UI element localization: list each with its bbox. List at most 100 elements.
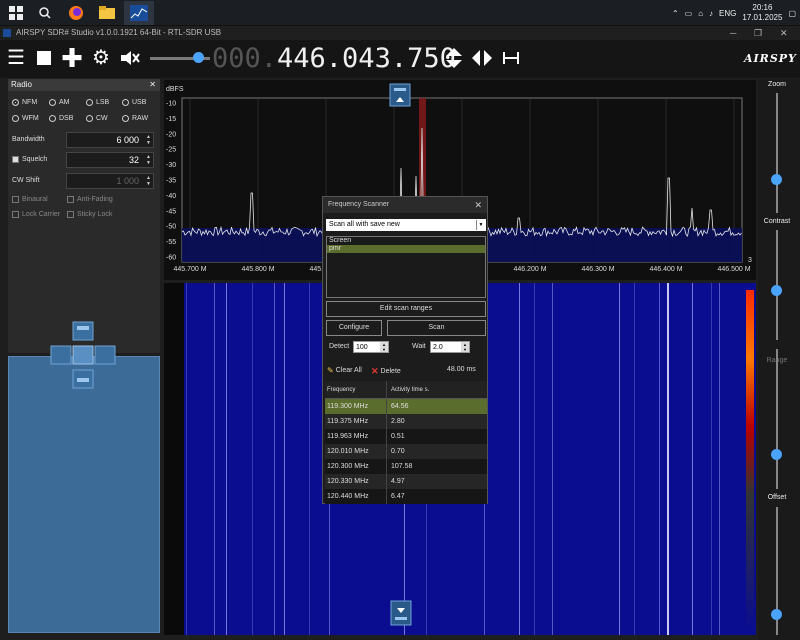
contrast-label: Contrast [763, 218, 791, 225]
waterfall-signal [214, 283, 215, 635]
chevron-down-icon[interactable]: ▼ [476, 220, 485, 230]
squelch-input[interactable]: 32 ▲ ▼ [66, 152, 154, 168]
mode-am[interactable]: AM [49, 99, 70, 106]
cwshift-input[interactable]: 1 000 ▲ ▼ [66, 173, 154, 189]
configure-button[interactable]: Configure [326, 320, 382, 336]
waterfall-signal [274, 283, 275, 635]
zoom-slider-knob[interactable] [771, 174, 782, 185]
spin-arrows-icon[interactable]: ▲ ▼ [380, 342, 388, 352]
offset-slider-knob[interactable] [771, 609, 782, 620]
start-icon[interactable] [5, 3, 27, 23]
col-activity[interactable]: Activity time s. [387, 381, 487, 398]
wait-input[interactable]: 2.0 ▲ ▼ [430, 341, 470, 353]
mode-cw[interactable]: CW [86, 115, 108, 122]
table-row[interactable]: 120.300 MHz 107.58 [325, 459, 487, 474]
table-row[interactable]: 120.330 MHz 4.97 [325, 474, 487, 489]
waterfall-signal [692, 283, 693, 635]
range-slider-knob[interactable] [771, 449, 782, 460]
antifading-checkbox[interactable]: Anti-Fading [67, 196, 113, 203]
db-tick-label: -60 [166, 255, 176, 262]
table-row[interactable]: 119.300 MHz 64.56 [325, 399, 487, 414]
close-window-button[interactable]: ✕ [780, 26, 788, 40]
add-icon[interactable]: ✚ [60, 45, 84, 71]
tune-up-down-icon[interactable] [446, 48, 462, 68]
edit-scan-ranges-button[interactable]: Edit scan ranges [326, 301, 486, 317]
row-frequency: 120.440 MHz [325, 489, 387, 504]
clear-all-button[interactable]: ✎ Clear All [327, 366, 362, 375]
mode-nfm[interactable]: NFM [12, 99, 37, 106]
lockcarrier-checkbox[interactable]: Lock Carrier [12, 211, 60, 218]
stop-icon[interactable] [32, 46, 56, 70]
spin-arrows-icon[interactable]: ▲ ▼ [146, 154, 151, 166]
center-tune-icon[interactable] [503, 52, 519, 64]
table-row[interactable]: 120.440 MHz 6.47 [325, 489, 487, 504]
waterfall-signal [309, 283, 310, 635]
close-scanner-button[interactable]: ✕ [474, 197, 482, 213]
volume-icon[interactable]: ♪ [709, 9, 713, 18]
squelch-checkbox[interactable]: Squelch [12, 156, 47, 163]
table-row[interactable]: 119.375 MHz 2.80 [325, 414, 487, 429]
notification-icon[interactable]: ▢ [788, 9, 796, 18]
frequency-value: 446.043.750 [277, 43, 456, 74]
offset-label: Offset [767, 494, 787, 501]
scan-button[interactable]: Scan [387, 320, 486, 336]
waterfall-signal [252, 283, 253, 635]
gear-icon[interactable]: ⚙ [89, 46, 113, 70]
mute-icon[interactable] [118, 46, 142, 70]
file-explorer-icon[interactable] [96, 3, 118, 23]
table-row[interactable]: 119.963 MHz 0.51 [325, 429, 487, 444]
radio-dot-selected [12, 99, 19, 106]
stickylock-checkbox[interactable]: Sticky Lock [67, 211, 112, 218]
broom-icon: ✎ [327, 366, 334, 375]
firefox-icon[interactable] [65, 3, 87, 23]
scan-range-list[interactable]: Screen pmr [326, 236, 486, 298]
db-tick-label: -30 [166, 162, 176, 169]
waterfall-dock-tab-icon[interactable] [390, 600, 412, 626]
tune-left-right-icon[interactable] [472, 50, 492, 66]
search-icon[interactable] [34, 3, 56, 23]
display-icon[interactable]: ▭ [685, 9, 693, 18]
binaural-checkbox[interactable]: Binaural [12, 196, 48, 203]
dock-guide[interactable] [49, 320, 117, 390]
col-frequency[interactable]: Frequency [325, 381, 387, 398]
scanner-title: Frequency Scanner [328, 201, 390, 208]
list-item-selected[interactable]: pmr [327, 245, 485, 253]
waterfall-signal [534, 283, 535, 635]
close-icon[interactable]: ✕ [149, 79, 156, 91]
freq-tick-label: 446.200 M [513, 266, 546, 273]
spin-arrows-icon[interactable]: ▲ ▼ [461, 342, 469, 352]
mode-lsb[interactable]: LSB [86, 99, 109, 106]
maximize-button[interactable]: ❐ [754, 26, 762, 40]
spin-arrows-icon[interactable]: ▲ ▼ [146, 175, 151, 187]
mode-raw[interactable]: RAW [122, 115, 148, 122]
frequency-display[interactable]: 000.446.043.750 [212, 40, 456, 78]
detect-input[interactable]: 100 ▲ ▼ [353, 341, 389, 353]
list-item[interactable]: Screen [327, 237, 485, 245]
network-icon[interactable]: ⌂ [698, 9, 703, 18]
range-slider-track[interactable] [776, 349, 778, 489]
bandwidth-input[interactable]: 6 000 ▲ ▼ [66, 132, 154, 148]
db-tick-label: -40 [166, 193, 176, 200]
language-indicator[interactable]: ENG [719, 9, 736, 18]
db-tick-label: -10 [166, 101, 176, 108]
mode-wfm[interactable]: WFM [12, 115, 39, 122]
mode-usb[interactable]: USB [122, 99, 146, 106]
menu-icon[interactable]: ☰ [4, 46, 28, 70]
minimize-button[interactable]: ─ [730, 26, 736, 40]
window-title: AIRSPY SDR# Studio v1.0.0.1921 64-Bit - … [16, 28, 222, 37]
scan-mode-select[interactable]: Scan all with save new ▼ [326, 219, 486, 231]
spectrum-dock-tab-icon[interactable] [389, 83, 411, 107]
waterfall-signal [284, 283, 285, 635]
contrast-slider-knob[interactable] [771, 285, 782, 296]
chevron-up-icon[interactable]: ⌃ [672, 9, 679, 18]
volume-slider-knob[interactable] [193, 52, 204, 63]
waterfall-signal [659, 283, 660, 635]
delete-button[interactable]: ✕ Delete [371, 366, 401, 377]
sdrsharp-taskbar-icon[interactable] [124, 1, 154, 25]
zoom-slider-track[interactable] [776, 93, 778, 213]
spin-arrows-icon[interactable]: ▲ ▼ [146, 134, 151, 146]
clock[interactable]: 20:16 17.01.2025 [742, 3, 782, 23]
row-activity-time: 107.58 [391, 463, 413, 470]
mode-dsb[interactable]: DSB [49, 115, 73, 122]
table-row[interactable]: 120.010 MHz 0.70 [325, 444, 487, 459]
